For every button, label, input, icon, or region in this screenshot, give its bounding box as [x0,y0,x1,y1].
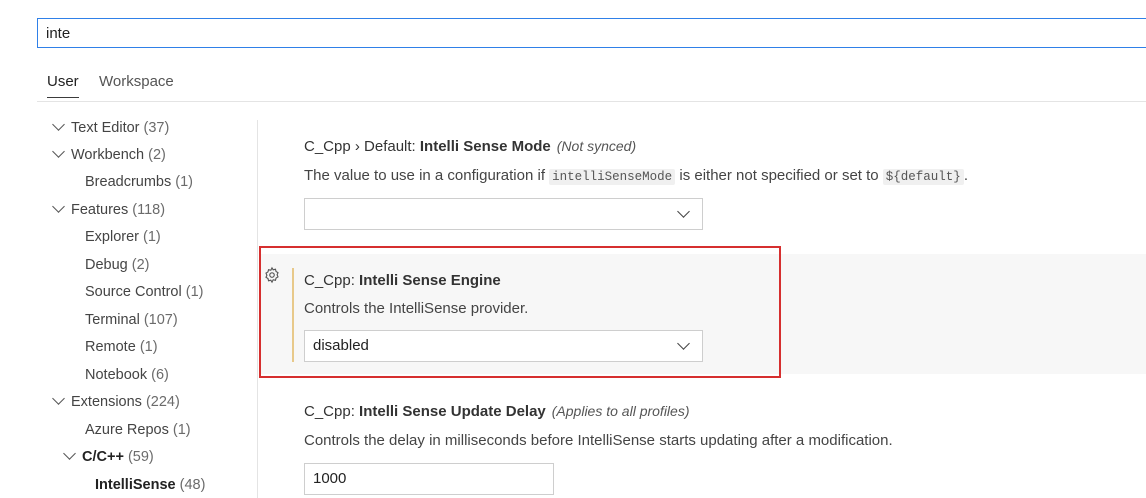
setting-title: C_Cpp: Intelli Sense Update Delay (Applie… [304,403,690,420]
chevron-down-icon [677,205,690,218]
chevron-down-icon [52,145,65,158]
tabs-divider [37,101,1146,102]
update-delay-input[interactable]: 1000 [304,463,554,495]
chevron-down-icon [52,118,65,131]
chevron-down-icon [63,447,76,460]
tree-item-explorer[interactable]: Explorer (1) [85,226,161,248]
tree-item-notebook[interactable]: Notebook (6) [85,364,169,386]
tab-user[interactable]: User [47,73,79,98]
setting-description: The value to use in a configuration if i… [304,167,968,185]
tree-item-breadcrumbs[interactable]: Breadcrumbs (1) [85,171,193,193]
tree-item-source-control[interactable]: Source Control (1) [85,281,203,303]
tree-item-text-editor[interactable]: Text Editor (37) [52,117,169,139]
chevron-down-icon [52,200,65,213]
setting-default-intellisense-mode: C_Cpp › Default: Intelli Sense Mode (Not … [259,128,1146,240]
intellisense-mode-dropdown[interactable] [304,198,703,230]
tree-item-c-cpp[interactable]: C/C++ (59) [63,446,154,468]
tree-item-workbench[interactable]: Workbench (2) [52,144,166,166]
setting-intellisense-update-delay: C_Cpp: Intelli Sense Update Delay (Applie… [259,392,1146,498]
chevron-down-icon [52,392,65,405]
tree-item-terminal[interactable]: Terminal (107) [85,309,178,331]
setting-title: C_Cpp › Default: Intelli Sense Mode (Not … [304,138,637,155]
tree-item-debug[interactable]: Debug (2) [85,254,150,276]
highlight-annotation-box [259,246,781,378]
tab-workspace[interactable]: Workspace [99,73,174,97]
tree-item-intellisense[interactable]: IntelliSense (48) [95,474,205,496]
tree-item-extensions[interactable]: Extensions (224) [52,391,180,413]
tree-item-azure-repos[interactable]: Azure Repos (1) [85,419,191,441]
tree-item-features[interactable]: Features (118) [52,199,165,221]
setting-description: Controls the delay in milliseconds befor… [304,432,893,449]
tree-item-remote[interactable]: Remote (1) [85,336,158,358]
search-input[interactable] [37,18,1146,48]
tree-divider [257,120,258,498]
